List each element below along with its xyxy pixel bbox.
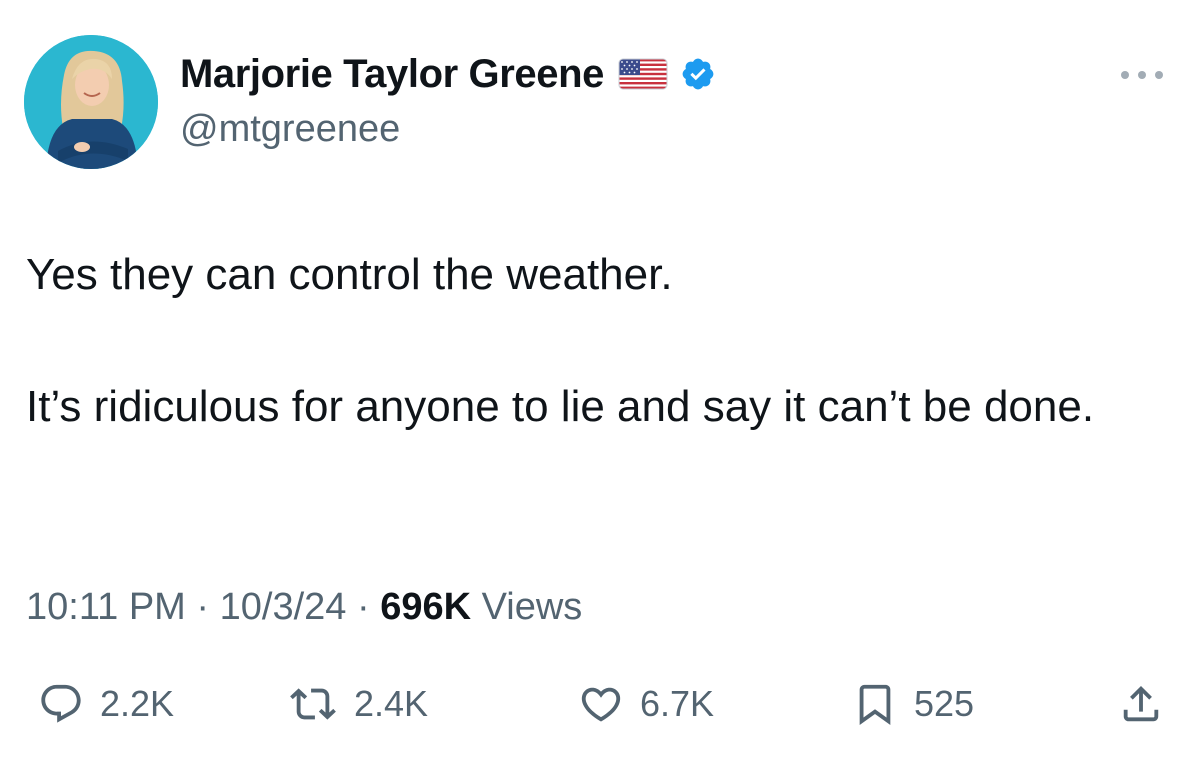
tweet-time[interactable]: 10:11 PM — [26, 586, 186, 628]
retweet-count: 2.4K — [354, 683, 429, 724]
reply-count: 2.2K — [100, 683, 175, 724]
retweet-button[interactable]: 2.4K — [288, 672, 428, 736]
bookmark-count: 525 — [914, 683, 975, 724]
bookmark-button[interactable]: 525 — [852, 672, 974, 736]
share-button[interactable] — [1118, 672, 1164, 736]
retweet-icon — [290, 688, 336, 720]
share-icon — [1123, 685, 1159, 722]
tweet-paragraph: Yes they can control the weather. — [26, 250, 673, 299]
views-count[interactable]: 696K — [380, 586, 471, 628]
bookmark-icon — [859, 684, 891, 725]
like-count: 6.7K — [640, 683, 715, 724]
more-options-button[interactable] — [1112, 60, 1172, 90]
verified-badge-icon[interactable] — [680, 56, 716, 92]
tweet-meta: 10:11 PM · 10/3/24 · 696K Views — [26, 586, 582, 629]
meta-separator: · — [356, 586, 370, 628]
like-button[interactable]: 6.7K — [578, 672, 714, 736]
heart-icon — [581, 687, 621, 722]
tweet-text: Yes they can control the weather. It’s r… — [26, 246, 1166, 436]
author-display-name[interactable]: Marjorie Taylor Greene — [180, 52, 604, 97]
us-flag-icon — [618, 56, 668, 92]
tweet-card: Marjorie Taylor Greene @mtgreenee Yes th… — [0, 0, 1200, 769]
action-bar: 2.2K 2.4K 6.7K 525 — [0, 672, 1200, 736]
reply-icon — [41, 684, 81, 723]
avatar-image — [24, 35, 158, 169]
views-label: Views — [481, 586, 583, 628]
author-handle[interactable]: @mtgreenee — [180, 108, 400, 151]
avatar[interactable] — [24, 35, 158, 169]
reply-button[interactable]: 2.2K — [38, 672, 174, 736]
tweet-date[interactable]: 10/3/24 — [220, 586, 347, 628]
tweet-paragraph: It’s ridiculous for anyone to lie and sa… — [26, 382, 1095, 431]
meta-separator: · — [196, 586, 210, 628]
more-dots-icon — [1121, 71, 1163, 79]
author-name-row: Marjorie Taylor Greene — [180, 50, 716, 98]
